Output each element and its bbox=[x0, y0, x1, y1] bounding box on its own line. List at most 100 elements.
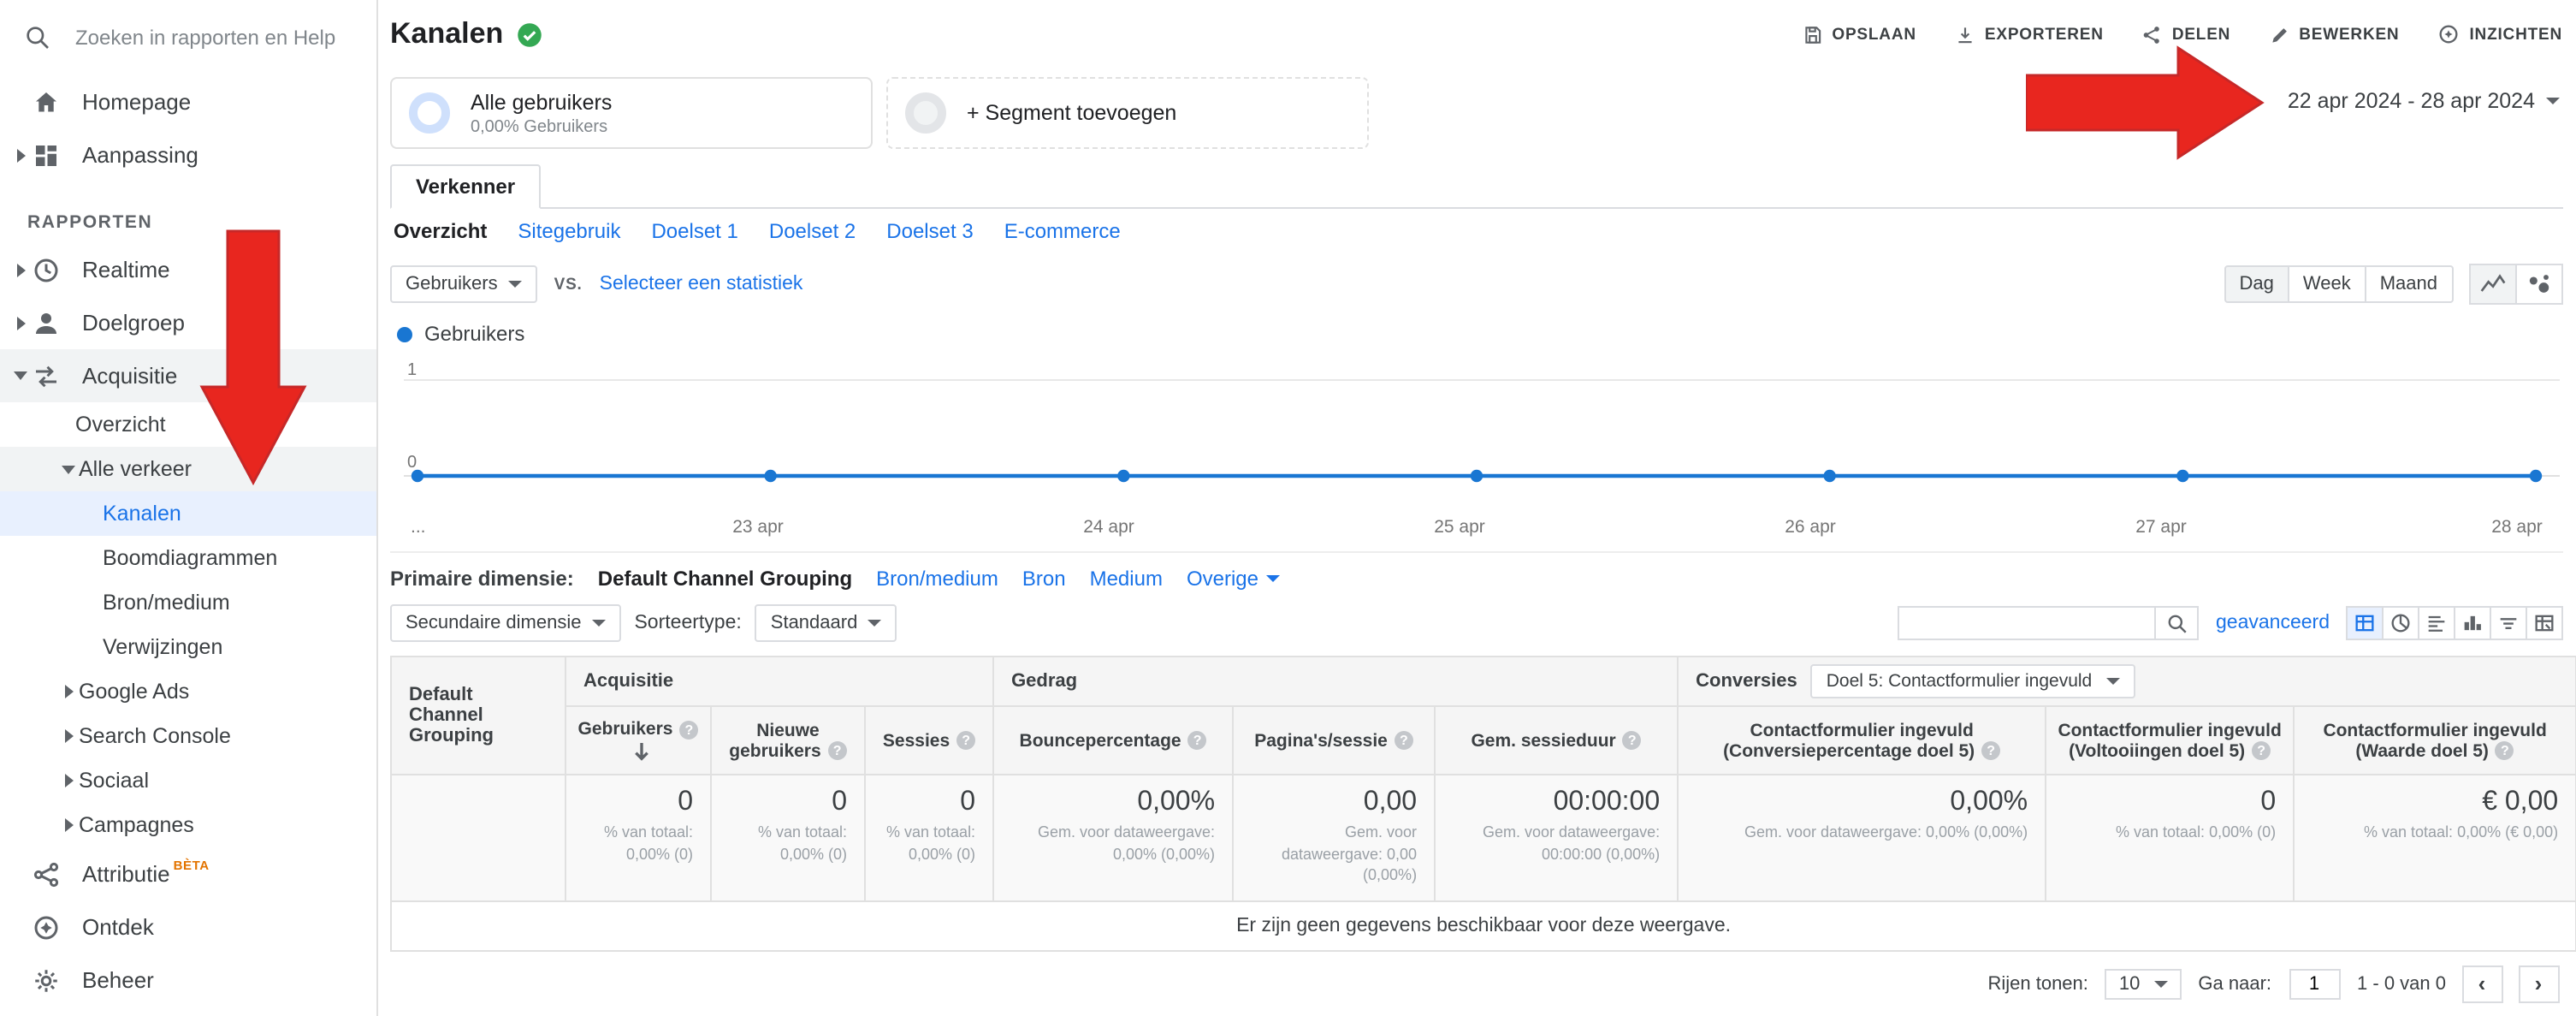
goto-page-input[interactable] bbox=[2289, 969, 2340, 1000]
dimension-bron[interactable]: Bron bbox=[1022, 567, 1066, 591]
tab-verkenner[interactable]: Verkenner bbox=[390, 164, 541, 209]
sidebar-item-bron-medium[interactable]: Bron/medium bbox=[0, 580, 376, 625]
percentage-view-icon[interactable] bbox=[2381, 606, 2419, 640]
metric-selector[interactable]: Gebruikers bbox=[390, 265, 537, 303]
column-header-waarde[interactable]: Contactformulier ingevuld (Waarde doel 5… bbox=[2294, 706, 2576, 775]
column-header-nieuwe-gebruikers[interactable]: Nieuwe gebruikers bbox=[711, 706, 865, 775]
sidebar-item-homepage[interactable]: Homepage bbox=[0, 75, 376, 128]
column-header-gem-sessieduur[interactable]: Gem. sessieduur bbox=[1435, 706, 1678, 775]
table-search-button[interactable] bbox=[2154, 606, 2199, 640]
help-icon[interactable] bbox=[956, 731, 975, 750]
sidebar-item-kanalen[interactable]: Kanalen bbox=[0, 491, 376, 536]
line-chart-toggle-icon[interactable] bbox=[2468, 264, 2516, 305]
help-icon[interactable] bbox=[828, 741, 847, 760]
comparison-view-icon[interactable] bbox=[2453, 606, 2490, 640]
select-metric-link[interactable]: Selecteer een statistiek bbox=[600, 274, 803, 294]
sidebar-item-verwijzingen[interactable]: Verwijzingen bbox=[0, 625, 376, 669]
sidebar-item-realtime[interactable]: Realtime bbox=[0, 243, 376, 296]
next-page-button[interactable] bbox=[2518, 965, 2559, 1003]
sidebar-item-alle-verkeer[interactable]: Alle verkeer bbox=[0, 447, 376, 491]
goal-selector[interactable]: Doel 5: Contactformulier ingevuld bbox=[1811, 664, 2135, 698]
table-view-icon[interactable] bbox=[2345, 606, 2383, 640]
subtab-doelset-2[interactable]: Doelset 2 bbox=[769, 219, 856, 243]
summary-cell-sessies: 0% van totaal: 0,00% (0) bbox=[865, 775, 993, 901]
subtab-ecommerce[interactable]: E-commerce bbox=[1004, 219, 1121, 243]
sort-type-selector[interactable]: Standaard bbox=[755, 604, 897, 642]
sidebar-search[interactable]: Zoeken in rapporten en Help bbox=[0, 0, 376, 75]
chevron-right-icon bbox=[58, 685, 79, 698]
edit-button[interactable]: BEWERKEN bbox=[2268, 23, 2399, 45]
pivot-view-icon[interactable] bbox=[2525, 606, 2562, 640]
help-icon[interactable] bbox=[2252, 741, 2271, 760]
clock-icon bbox=[31, 254, 62, 285]
subtab-overzicht[interactable]: Overzicht bbox=[394, 219, 487, 243]
dimension-overige[interactable]: Overige bbox=[1187, 567, 1279, 591]
granularity-dag[interactable]: Dag bbox=[2224, 265, 2289, 303]
sidebar-item-google-ads[interactable]: Google Ads bbox=[0, 669, 376, 714]
column-header-gebruikers[interactable]: Gebruikers bbox=[566, 706, 711, 775]
column-header-paginas-sessie[interactable]: Pagina's/sessie bbox=[1233, 706, 1435, 775]
rows-per-page-selector[interactable]: 10 bbox=[2105, 969, 2182, 1000]
help-icon[interactable] bbox=[1395, 731, 1413, 750]
help-icon[interactable] bbox=[2496, 741, 2514, 760]
dimension-default-channel-grouping[interactable]: Default Channel Grouping bbox=[598, 567, 852, 591]
help-icon[interactable] bbox=[1981, 741, 2000, 760]
granularity-controls: Dag Week Maand bbox=[2224, 264, 2563, 305]
granularity-week[interactable]: Week bbox=[2288, 265, 2366, 303]
motion-chart-toggle-icon[interactable] bbox=[2514, 264, 2562, 305]
x-axis-tick: 27 apr bbox=[2135, 517, 2187, 538]
help-icon[interactable] bbox=[679, 721, 698, 740]
sidebar-item-search-console[interactable]: Search Console bbox=[0, 714, 376, 758]
sidebar-item-acquisitie-overzicht[interactable]: Overzicht bbox=[0, 402, 376, 447]
sidebar-item-beheer[interactable]: Beheer bbox=[0, 954, 376, 1007]
segment-circle-icon bbox=[905, 92, 946, 134]
term-cloud-view-icon[interactable] bbox=[2489, 606, 2526, 640]
help-icon[interactable] bbox=[1188, 731, 1207, 750]
column-header-voltooiingen[interactable]: Contactformulier ingevuld (Voltooiingen … bbox=[2046, 706, 2294, 775]
empty-message: Er zijn geen gegevens beschikbaar voor d… bbox=[391, 901, 2576, 951]
advanced-search-link[interactable]: geavanceerd bbox=[2216, 613, 2330, 633]
share-button[interactable]: DELEN bbox=[2141, 23, 2230, 45]
summary-cell-bouncepercentage: 0,00%Gem. voor dataweergave: 0,00% (0,00… bbox=[993, 775, 1233, 901]
sidebar-item-acquisitie[interactable]: Acquisitie bbox=[0, 349, 376, 402]
sidebar-item-campagnes[interactable]: Campagnes bbox=[0, 803, 376, 847]
sidebar-item-aanpassing[interactable]: Aanpassing bbox=[0, 128, 376, 181]
table-search-input[interactable] bbox=[1898, 606, 2154, 640]
sidebar-item-ontdek[interactable]: Ontdek bbox=[0, 900, 376, 954]
insights-button[interactable]: INZICHTEN bbox=[2437, 22, 2562, 46]
subtab-doelset-3[interactable]: Doelset 3 bbox=[886, 219, 973, 243]
x-axis-tick: 28 apr bbox=[2491, 517, 2543, 538]
main-content: Kanalen OPSLAAN EXPORTEREN DELEN BEWERK bbox=[376, 0, 2576, 1016]
x-axis-tick: 26 apr bbox=[1785, 517, 1836, 538]
table-search-group: geavanceerd bbox=[1898, 606, 2562, 640]
report-header: Kanalen OPSLAAN EXPORTEREN DELEN BEWERK bbox=[390, 0, 2562, 68]
sidebar-item-attributie[interactable]: Attributie BÈTA bbox=[0, 847, 376, 900]
prev-page-button[interactable] bbox=[2461, 965, 2502, 1003]
chart-legend: Gebruikers bbox=[390, 322, 2562, 346]
row-dimension-header[interactable]: Default Channel Grouping bbox=[391, 657, 566, 775]
dimension-medium[interactable]: Medium bbox=[1090, 567, 1163, 591]
granularity-maand[interactable]: Maand bbox=[2365, 265, 2453, 303]
sidebar-item-boomdiagrammen[interactable]: Boomdiagrammen bbox=[0, 536, 376, 580]
secondary-dimension-button[interactable]: Secundaire dimensie bbox=[390, 604, 620, 642]
date-range-selector[interactable]: 22 apr 2024 - 28 apr 2024 bbox=[2288, 89, 2559, 113]
sidebar-item-label: Kanalen bbox=[103, 502, 181, 526]
add-segment-button[interactable]: + Segment toevoegen bbox=[886, 77, 1369, 149]
column-header-sessies[interactable]: Sessies bbox=[865, 706, 993, 775]
legend-dot-icon bbox=[397, 326, 412, 342]
column-header-bouncepercentage[interactable]: Bouncepercentage bbox=[993, 706, 1233, 775]
column-header-conversiepercentage[interactable]: Contactformulier ingevuld (Conversieperc… bbox=[1678, 706, 2046, 775]
subtab-doelset-1[interactable]: Doelset 1 bbox=[651, 219, 737, 243]
subtab-sitegebruik[interactable]: Sitegebruik bbox=[518, 219, 620, 243]
help-icon[interactable] bbox=[1623, 731, 1642, 750]
table-summary-row: 0% van totaal: 0,00% (0) 0% van totaal: … bbox=[391, 775, 2576, 901]
segment-all-users[interactable]: Alle gebruikers 0,00% Gebruikers bbox=[390, 77, 873, 149]
sidebar-item-doelgroep[interactable]: Doelgroep bbox=[0, 296, 376, 349]
save-button[interactable]: OPSLAAN bbox=[1801, 23, 1916, 45]
sidebar-item-sociaal[interactable]: Sociaal bbox=[0, 758, 376, 803]
dimension-bron-medium[interactable]: Bron/medium bbox=[876, 567, 998, 591]
export-button[interactable]: EXPORTEREN bbox=[1954, 23, 2104, 45]
sort-desc-icon bbox=[632, 740, 649, 761]
sidebar-item-label: Campagnes bbox=[79, 813, 194, 837]
performance-view-icon[interactable] bbox=[2417, 606, 2455, 640]
